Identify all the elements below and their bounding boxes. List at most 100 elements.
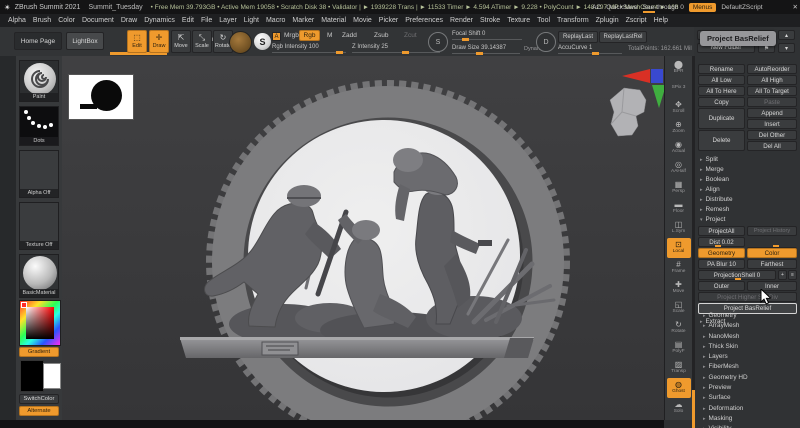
floor-button[interactable]: ▬ Floor <box>667 198 691 218</box>
color-toggle[interactable]: Color <box>747 248 797 258</box>
palette-header[interactable]: Surface <box>703 393 748 403</box>
menu-item[interactable]: File <box>201 17 212 24</box>
current-alpha-thumbnail[interactable]: Alpha Off <box>19 150 59 198</box>
polyf-button[interactable]: ▤ PolyF <box>667 338 691 358</box>
mrgb-toggle[interactable]: Mrgb <box>284 32 299 39</box>
lightbox-button[interactable]: LightBox <box>66 32 104 50</box>
aahalf-button[interactable]: ◎ AAHalf <box>667 158 691 178</box>
scale-mode-button[interactable]: ⤡ Scale <box>192 30 212 53</box>
replay-last-rel-button[interactable]: ReplayLastRel <box>599 31 647 43</box>
gradient-button[interactable]: Gradient <box>19 347 59 357</box>
main-color-swatch[interactable] <box>20 360 44 392</box>
menu-item[interactable]: Light <box>244 17 259 24</box>
move-up-icon[interactable]: ▴ <box>778 30 795 40</box>
menu-item[interactable]: Zscript <box>626 17 647 24</box>
current-brush-thumbnail[interactable]: Paint <box>19 60 59 102</box>
section-header[interactable]: Merge <box>700 165 733 175</box>
transp-button[interactable]: ▨ Transp <box>667 358 691 378</box>
document-canvas[interactable] <box>62 56 665 420</box>
switch-color-button[interactable]: SwitchColor <box>19 394 59 404</box>
palette-header[interactable]: Deformation <box>703 404 748 414</box>
menu-item[interactable]: Transform <box>557 17 589 24</box>
menu-item[interactable]: Render <box>450 17 473 24</box>
zsub-toggle[interactable]: Zsub <box>374 32 388 39</box>
menu-item[interactable]: Edit <box>182 17 194 24</box>
ghost-button[interactable]: ◍ Ghost <box>667 378 691 398</box>
persp-button[interactable]: ▦ Persp <box>667 178 691 198</box>
frame-button[interactable]: # Frame <box>667 258 691 278</box>
geometry-toggle[interactable]: Geometry <box>698 248 745 258</box>
palette-header[interactable]: Layers <box>703 352 748 362</box>
m-toggle[interactable]: M <box>327 32 332 39</box>
rename-button[interactable]: Rename <box>698 64 745 74</box>
menu-item[interactable]: Zplugin <box>596 17 619 24</box>
actual-button[interactable]: ◉ Actual <box>667 138 691 158</box>
append-button[interactable]: Append <box>747 108 797 118</box>
all-to-target-button[interactable]: All To Target <box>747 86 797 96</box>
menu-item[interactable]: Material <box>321 17 346 24</box>
palette-header[interactable]: FiberMesh <box>703 362 748 372</box>
menu-item[interactable]: Macro <box>266 17 285 24</box>
menu-item[interactable]: Document <box>82 17 114 24</box>
menu-item[interactable]: Preferences <box>405 17 443 24</box>
delete-button[interactable]: Delete <box>698 130 745 151</box>
menus-button[interactable]: Menus <box>689 3 717 12</box>
menu-item[interactable]: Marker <box>292 17 314 24</box>
menu-item[interactable]: Help <box>654 17 668 24</box>
current-stroke-thumbnail[interactable]: Dots <box>19 106 59 146</box>
menu-item[interactable]: Layer <box>219 17 237 24</box>
see-through-slider[interactable]: See-through 0 <box>643 4 684 11</box>
shell-plus-icon[interactable]: + <box>778 270 787 280</box>
autoreorder-button[interactable]: AutoReorder <box>747 64 797 74</box>
scale3d-button[interactable]: ◱ Scale <box>667 298 691 318</box>
replay-last-button[interactable]: ReplayLast <box>558 31 598 43</box>
move-mode-button[interactable]: ⇱ Move <box>171 30 191 53</box>
copy-button[interactable]: Copy <box>698 97 745 107</box>
current-material-thumbnail[interactable]: BasicMaterial <box>19 254 59 298</box>
shell-list-icon[interactable]: ≡ <box>788 270 797 280</box>
zoom-button[interactable]: ⊕ Zoom <box>667 118 691 138</box>
menu-item[interactable]: Dynamics <box>144 17 175 24</box>
color-picker[interactable] <box>19 300 61 346</box>
palette-header[interactable]: Masking <box>703 414 748 424</box>
current-texture-thumbnail[interactable]: Texture Off <box>19 202 59 250</box>
menu-item[interactable]: Draw <box>121 17 137 24</box>
lsym-button[interactable]: ◫ L.Sym <box>667 218 691 238</box>
spix-slider[interactable]: SPix 3 <box>667 78 691 98</box>
zadd-toggle[interactable]: Zadd <box>342 32 357 39</box>
dist-slider[interactable]: Dist 0.02 <box>698 237 745 247</box>
outer-toggle[interactable]: Outer <box>698 281 745 291</box>
quicksave-button[interactable]: QuickSave <box>606 4 637 11</box>
rgb-toggle[interactable]: Rgb <box>299 30 320 41</box>
pa-blur-slider[interactable]: PA Blur 10 <box>698 259 745 269</box>
all-low-button[interactable]: All Low <box>698 75 745 85</box>
del-other-button[interactable]: Del Other <box>747 130 797 140</box>
current-brush-icon[interactable] <box>229 31 252 54</box>
section-header[interactable]: Remesh <box>700 205 733 215</box>
solo-button[interactable]: ☁ Solo <box>667 398 691 418</box>
section-header[interactable]: Boolean <box>700 175 733 185</box>
del-all-button[interactable]: Del All <box>747 141 797 151</box>
rgb-intensity-slider[interactable]: Rgb Intensity 100 <box>272 44 346 50</box>
focal-shift-slider[interactable]: Focal Shift 0 <box>452 31 522 37</box>
all-to-here-button[interactable]: All To Here <box>698 86 745 96</box>
farthest-toggle[interactable]: Farthest <box>747 259 797 269</box>
z-intensity-slider[interactable]: Z Intensity 25 <box>352 44 440 50</box>
draw-size-slider[interactable]: Draw Size 39.14387 <box>452 45 520 51</box>
menu-item[interactable]: Picker <box>379 17 398 24</box>
close-icon[interactable]: ✕ <box>793 3 798 11</box>
alternate-button[interactable]: Alternate <box>19 406 59 416</box>
move-down-icon[interactable]: ▾ <box>778 43 795 53</box>
home-page-button[interactable]: Home Page <box>14 32 62 50</box>
section-header[interactable]: Align <box>700 185 733 195</box>
draw-mode-button[interactable]: ✛ Draw <box>149 30 169 53</box>
project-section-header[interactable]: Project <box>700 216 725 223</box>
section-header[interactable]: Split <box>700 155 733 165</box>
palette-header[interactable]: NanoMesh <box>703 332 748 342</box>
move3d-button[interactable]: ✚ Move <box>667 278 691 298</box>
sculptris-icon[interactable]: S <box>254 33 271 50</box>
secondary-color-swatch[interactable] <box>43 363 61 389</box>
menu-item[interactable]: Alpha <box>8 17 26 24</box>
palette-header[interactable]: Geometry <box>703 311 748 321</box>
palette-header[interactable]: Visibility <box>703 424 748 428</box>
